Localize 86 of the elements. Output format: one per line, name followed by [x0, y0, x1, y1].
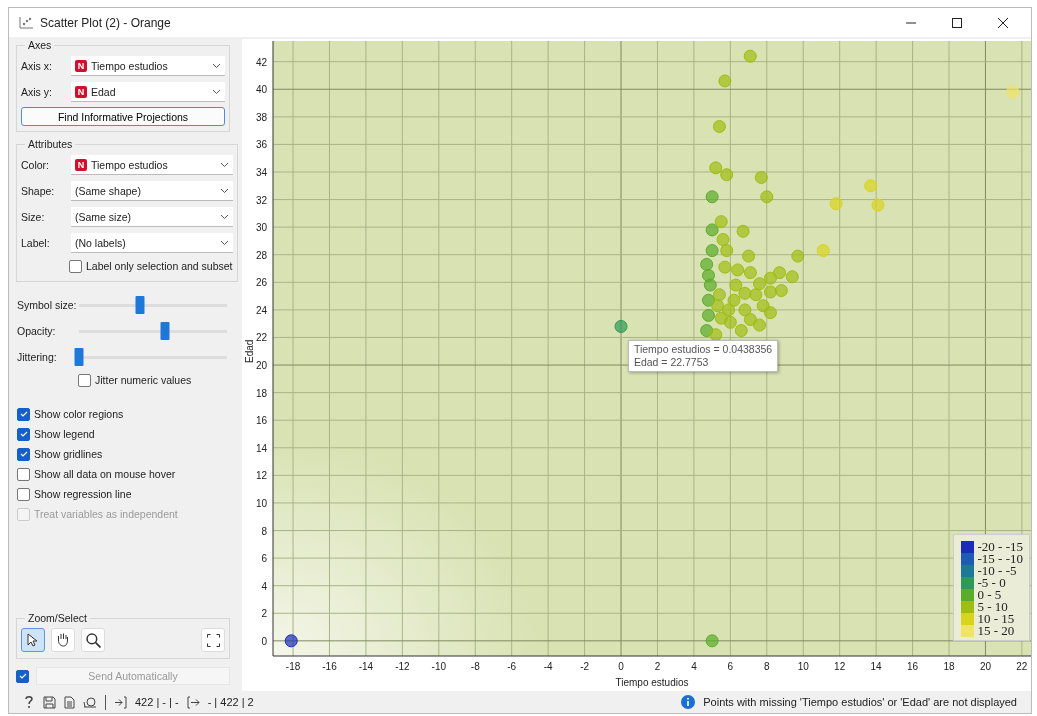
tick-label: 4: [691, 661, 697, 672]
output-count: - | 422 | 2: [207, 696, 254, 708]
tick-label: -2: [580, 661, 590, 672]
checkbox-label: Show legend: [34, 428, 95, 440]
tick-label: 18: [255, 387, 267, 399]
tick-label: 8: [261, 525, 267, 537]
tick-label: -12: [395, 661, 410, 672]
legend-label: 0 - 5: [977, 589, 1002, 601]
x-axis-title: Tiempo estudios: [615, 677, 689, 688]
tick-label: 24: [255, 304, 267, 316]
tick-label: 20: [979, 661, 991, 672]
tick-label: 2: [654, 661, 661, 672]
tick-label: 14: [255, 442, 267, 454]
field-label: Size:: [21, 211, 46, 223]
tick-label: 22: [1016, 661, 1028, 672]
tick-label: 4: [261, 580, 267, 592]
field-label: Shape:: [21, 185, 56, 197]
group-title: Axes: [27, 39, 53, 51]
legend-label: -5 - 0: [977, 577, 1006, 589]
tick-label: 30: [255, 222, 267, 234]
tick-label: 40: [255, 84, 267, 96]
checkbox-label: Show all data on mouse hover: [34, 468, 176, 480]
checkbox-label: Jitter numeric values: [95, 374, 192, 386]
dropdown[interactable]: N Edad: [71, 82, 225, 102]
tick-label: 28: [255, 249, 267, 261]
tick-label: -18: [285, 661, 301, 672]
tick-label: 12: [255, 470, 267, 482]
group-title: Zoom/Select: [27, 612, 88, 624]
slider-label: Symbol size:: [17, 299, 78, 311]
tick-label: 6: [261, 553, 267, 565]
tick-label: 8: [764, 661, 770, 672]
checkbox-label: Label only selection and subset: [86, 260, 233, 272]
tick-label: 10: [255, 497, 267, 509]
window-title: Scatter Plot (2) - Orange: [40, 15, 171, 30]
tick-label: 20: [255, 360, 267, 372]
checkbox-label: Show color regions: [34, 408, 124, 420]
dropdown[interactable]: N Tiempo estudios: [71, 56, 225, 76]
checkbox-label: Show gridlines: [34, 448, 103, 460]
checkbox-label: Treat variables as independent: [34, 508, 178, 520]
tick-label: -16: [322, 661, 337, 672]
tick-label: 2: [261, 608, 267, 620]
y-axis-title: Edad: [244, 339, 255, 363]
legend-label: -15 - -10: [977, 553, 1023, 565]
input-count: 422 | - | -: [135, 696, 179, 708]
legend-label: -10 - -5: [977, 565, 1017, 577]
dropdown[interactable]: (Same shape): [71, 181, 233, 201]
field-label: Axis y:: [21, 86, 53, 98]
tick-label: 26: [255, 277, 267, 289]
dropdown[interactable]: (Same size): [71, 207, 233, 227]
tick-label: 32: [255, 194, 267, 206]
tick-label: 18: [943, 661, 955, 672]
tick-label: 6: [727, 661, 734, 672]
field-label: Color:: [21, 159, 50, 171]
tick-label: -8: [470, 661, 480, 672]
tooltip-text: Tiempo estudios = 0.0438356: [633, 343, 773, 357]
tick-label: -10: [431, 661, 447, 672]
tick-label: 16: [907, 661, 919, 672]
field-label: Label:: [21, 237, 51, 249]
group-title: Attributes: [27, 138, 74, 150]
legend-label: 5 - 10: [977, 601, 1008, 613]
slider-label: Opacity:: [17, 325, 57, 337]
tick-label: 38: [255, 111, 267, 123]
tick-label: 14: [870, 661, 882, 672]
status-message: Points with missing 'Tiempo estudios' or 'Edad' are not displayed: [703, 696, 1017, 708]
checkbox-label: Show regression line: [34, 488, 132, 500]
slider-label: Jittering:: [17, 351, 58, 363]
tick-label: 16: [255, 415, 267, 427]
legend-label: 15 - 20: [977, 625, 1015, 637]
tick-label: -6: [507, 661, 517, 672]
tick-label: 10: [797, 661, 809, 672]
tick-label: 36: [255, 139, 267, 151]
tick-label: 42: [255, 56, 267, 68]
legend-label: -20 - -15: [977, 541, 1023, 553]
tick-label: -4: [543, 661, 553, 672]
tick-label: -14: [358, 661, 374, 672]
tick-label: 0: [618, 661, 624, 672]
dropdown[interactable]: (No labels): [71, 233, 233, 253]
tick-label: 34: [255, 167, 267, 178]
tick-label: 0: [261, 635, 267, 647]
legend-label: 10 - 15: [977, 613, 1015, 625]
field-label: Axis x:: [21, 60, 53, 72]
tooltip-text: Edad = 22.7753: [633, 356, 710, 370]
tick-label: 12: [834, 661, 846, 672]
find-projections-button[interactable]: Find Informative Projections: [21, 107, 225, 126]
tick-label: 22: [255, 332, 267, 344]
dropdown[interactable]: N Tiempo estudios: [71, 155, 233, 175]
